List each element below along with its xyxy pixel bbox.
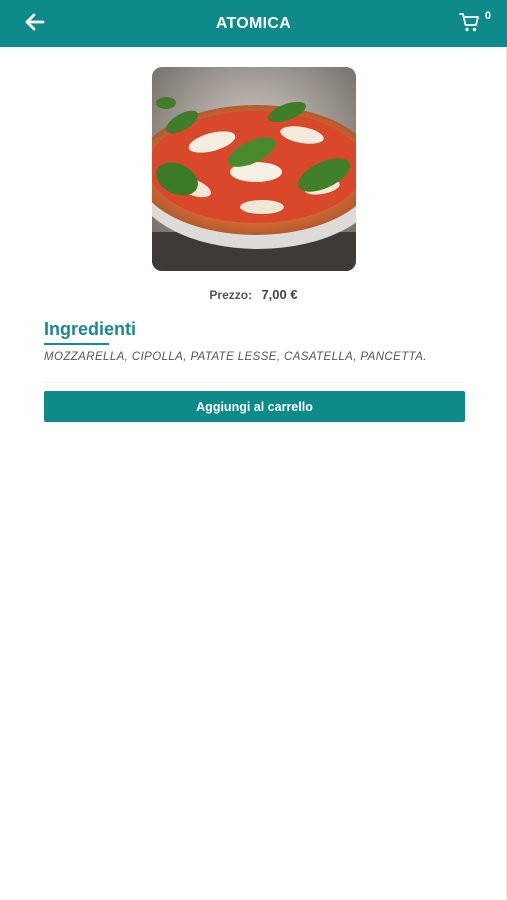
cart-count-badge: 0 xyxy=(484,10,491,22)
top-bar: ATOMICA 0 xyxy=(0,0,507,47)
ingredients-title: Ingredienti xyxy=(44,319,137,339)
ingredients-underline xyxy=(44,343,109,345)
add-to-cart-button[interactable]: Aggiungi al carrello xyxy=(44,391,465,422)
back-button[interactable] xyxy=(22,11,48,37)
product-page: ATOMICA 0 Prezzo: 7,00 € Ingredienti MOZ… xyxy=(0,0,507,900)
divider xyxy=(44,382,464,383)
arrow-left-icon xyxy=(25,13,45,36)
page-title: ATOMICA xyxy=(215,14,292,32)
pizza-image xyxy=(152,67,356,271)
ingredients-list: MOZZARELLA, CIPOLLA, PATATE LESSE, CASAT… xyxy=(44,351,427,363)
cart-button[interactable]: 0 xyxy=(459,10,491,36)
price-label: Prezzo: xyxy=(209,288,253,302)
price-row: Prezzo: 7,00 € xyxy=(0,287,507,302)
price-value: 7,00 € xyxy=(261,287,298,302)
